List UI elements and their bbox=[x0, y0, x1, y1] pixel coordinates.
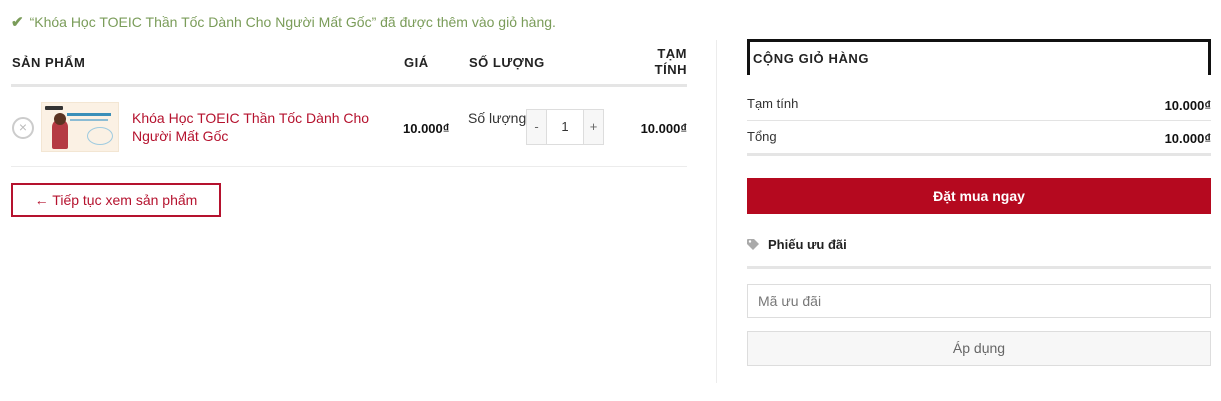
column-divider bbox=[716, 40, 717, 383]
header-divider bbox=[11, 84, 687, 87]
total-value: 10.000₫ bbox=[1164, 131, 1211, 146]
quantity-stepper: - 1 + bbox=[526, 109, 604, 145]
total-row: Tổng 10.000₫ bbox=[747, 129, 1211, 146]
product-price: 10.000₫ bbox=[403, 121, 450, 136]
header-quantity: SỐ LƯỢNG bbox=[469, 55, 545, 70]
header-subtotal-line1: TẠM bbox=[657, 46, 687, 61]
product-name-link[interactable]: Khóa Học TOEIC Thần Tốc Dành Cho Người M… bbox=[132, 109, 382, 145]
cart-totals-title: CỘNG GIỎ HÀNG bbox=[747, 39, 1211, 75]
thumbnail-logo bbox=[45, 106, 63, 110]
remove-item-button[interactable]: × bbox=[12, 117, 34, 139]
thumbnail-title-strip bbox=[67, 113, 111, 116]
notice-text: “Khóa Học TOEIC Thần Tốc Dành Cho Người … bbox=[29, 14, 556, 30]
coupon-code-input[interactable] bbox=[747, 284, 1211, 318]
cart-totals: CỘNG GIỎ HÀNG Tạm tính 10.000₫ Tổng 10.0… bbox=[747, 39, 1211, 366]
continue-shopping-button[interactable]: ← Tiếp tục xem sản phẩm bbox=[11, 183, 221, 217]
row-divider bbox=[11, 166, 687, 167]
subtotal-row: Tạm tính 10.000₫ bbox=[747, 96, 1211, 113]
subtotal-value: 10.000₫ bbox=[1164, 98, 1211, 113]
coupon-heading: Phiếu ưu đãi bbox=[747, 237, 847, 252]
checkout-button[interactable]: Đặt mua ngay bbox=[747, 178, 1211, 214]
row-subtotal: 10.000₫ bbox=[640, 121, 687, 136]
thumbnail-subtitle-strip bbox=[70, 119, 108, 121]
quantity-minus-button[interactable]: - bbox=[526, 109, 547, 145]
total-divider bbox=[747, 153, 1211, 156]
tag-icon bbox=[747, 239, 759, 250]
quantity-label: Số lượng bbox=[468, 110, 527, 126]
apply-coupon-button[interactable]: Áp dụng bbox=[747, 331, 1211, 366]
subtotal-label: Tạm tính bbox=[747, 96, 799, 111]
header-subtotal-line2: TÍNH bbox=[654, 62, 687, 77]
coupon-title: Phiếu ưu đãi bbox=[768, 237, 847, 252]
quantity-plus-button[interactable]: + bbox=[583, 109, 604, 145]
coupon-divider bbox=[747, 266, 1211, 269]
quantity-input[interactable]: 1 bbox=[547, 109, 583, 145]
check-icon: ✔ bbox=[11, 14, 24, 31]
total-label: Tổng bbox=[747, 129, 777, 144]
added-to-cart-notice: ✔ “Khóa Học TOEIC Thần Tốc Dành Cho Ngườ… bbox=[11, 13, 556, 31]
header-subtotal: TẠM TÍNH bbox=[655, 46, 687, 78]
header-price: GIÁ bbox=[404, 55, 429, 70]
product-thumbnail[interactable] bbox=[41, 102, 119, 152]
subtotal-divider bbox=[747, 120, 1211, 121]
thumbnail-person-head bbox=[54, 113, 66, 125]
header-product: SẢN PHẨM bbox=[12, 55, 86, 70]
thumbnail-circle bbox=[87, 127, 113, 145]
